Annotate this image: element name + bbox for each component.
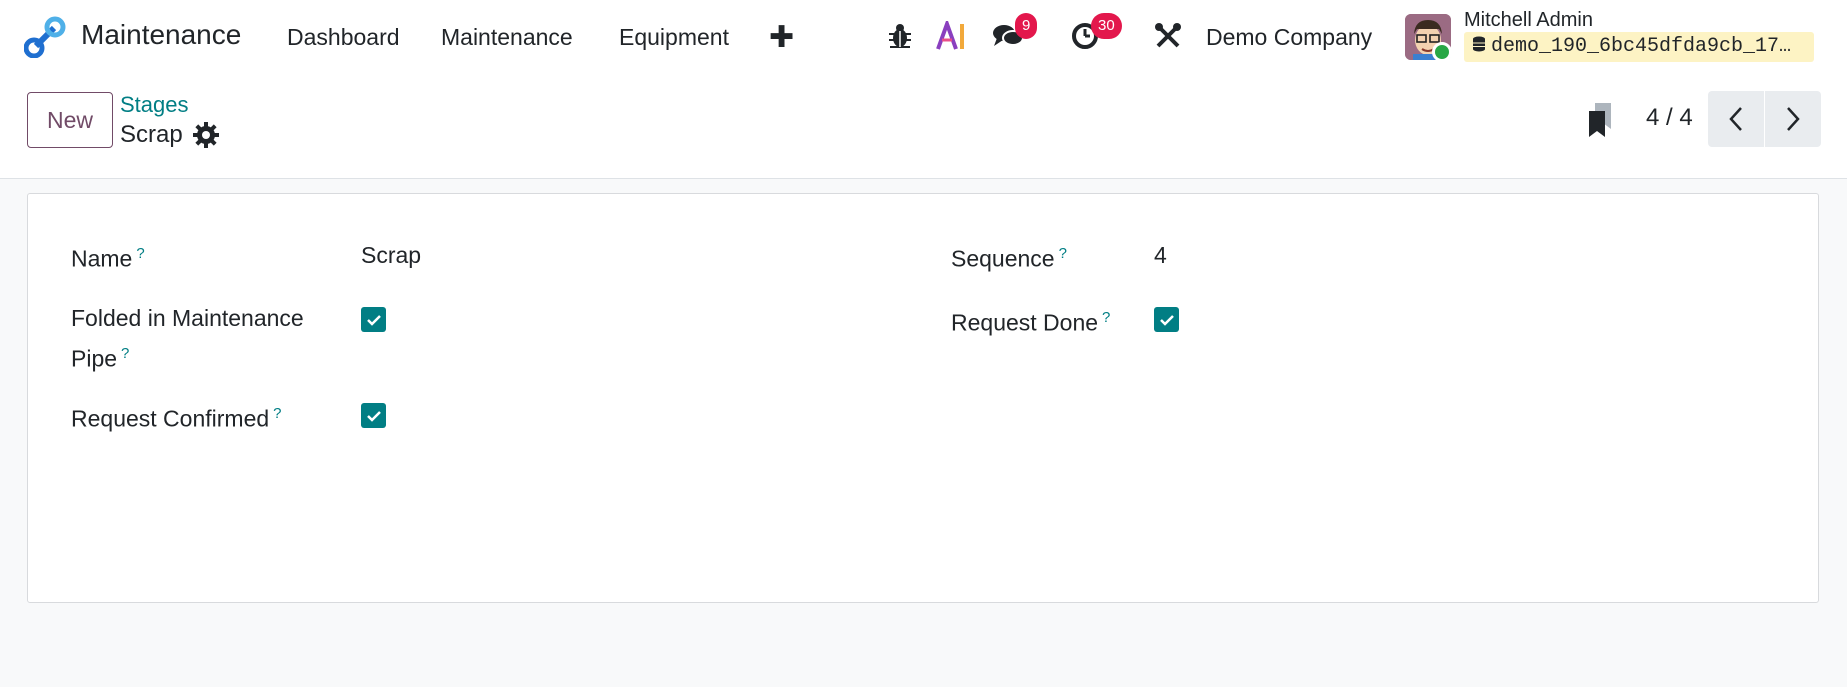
app-logo-icon[interactable] <box>24 16 66 58</box>
company-switcher[interactable]: Demo Company <box>1206 24 1372 51</box>
check-icon <box>366 314 381 326</box>
user-name[interactable]: Mitchell Admin <box>1464 9 1593 32</box>
name-field[interactable]: Scrap <box>361 237 421 273</box>
activities-count-badge: 30 <box>1091 13 1122 39</box>
sequence-label: Sequence? <box>951 245 1067 272</box>
chevron-left-icon <box>1729 107 1742 131</box>
confirmed-label: Request Confirmed? <box>71 405 282 432</box>
sequence-help-icon[interactable]: ? <box>1059 245 1067 262</box>
top-navbar: Maintenance Dashboard Maintenance Equipm… <box>0 0 1847 74</box>
ai-icon[interactable] <box>936 18 968 54</box>
folded-help-icon[interactable]: ? <box>121 345 129 362</box>
tools-icon[interactable] <box>1152 18 1184 54</box>
done-help-icon[interactable]: ? <box>1102 309 1110 326</box>
breadcrumb-stages[interactable]: Stages <box>120 92 189 118</box>
pager-next-button[interactable] <box>1765 91 1821 147</box>
debug-bug-icon[interactable] <box>884 18 916 54</box>
done-label: Request Done? <box>951 309 1111 336</box>
bookmark-icon[interactable] <box>1587 101 1613 139</box>
form-sheet: Name? Scrap Folded in Maintenance Pipe? R… <box>27 193 1819 603</box>
menu-maintenance[interactable]: Maintenance <box>441 24 573 51</box>
control-panel: New Stages Scrap 4 / 4 <box>0 74 1847 179</box>
pager-value[interactable]: 4 / 4 <box>1646 104 1693 132</box>
check-icon <box>1159 314 1174 326</box>
breadcrumb-current: Scrap <box>120 121 183 148</box>
messages-count-badge: 9 <box>1015 13 1038 39</box>
plus-icon[interactable]: ✚ <box>769 20 794 55</box>
menu-dashboard[interactable]: Dashboard <box>287 24 400 51</box>
gear-icon[interactable] <box>192 121 220 149</box>
confirmed-checkbox[interactable] <box>361 403 386 428</box>
sequence-field[interactable]: 4 <box>1154 237 1167 273</box>
done-checkbox[interactable] <box>1154 307 1179 332</box>
database-label: demo_190_6bc45dfda9cb_17… <box>1491 35 1792 58</box>
database-name: demo_190_6bc45dfda9cb_17… <box>1464 32 1814 62</box>
app-name[interactable]: Maintenance <box>81 19 241 51</box>
online-status-icon <box>1432 42 1452 62</box>
new-button[interactable]: New <box>27 92 113 148</box>
check-icon <box>366 410 381 422</box>
folded-checkbox[interactable] <box>361 307 386 332</box>
name-label: Name? <box>71 245 145 272</box>
confirmed-help-icon[interactable]: ? <box>273 405 281 422</box>
database-icon <box>1473 36 1485 52</box>
pager-previous-button[interactable] <box>1708 91 1764 147</box>
chevron-right-icon <box>1787 107 1800 131</box>
folded-label: Folded in Maintenance Pipe? <box>71 305 304 372</box>
menu-equipment[interactable]: Equipment <box>619 24 729 51</box>
name-help-icon[interactable]: ? <box>136 245 144 262</box>
